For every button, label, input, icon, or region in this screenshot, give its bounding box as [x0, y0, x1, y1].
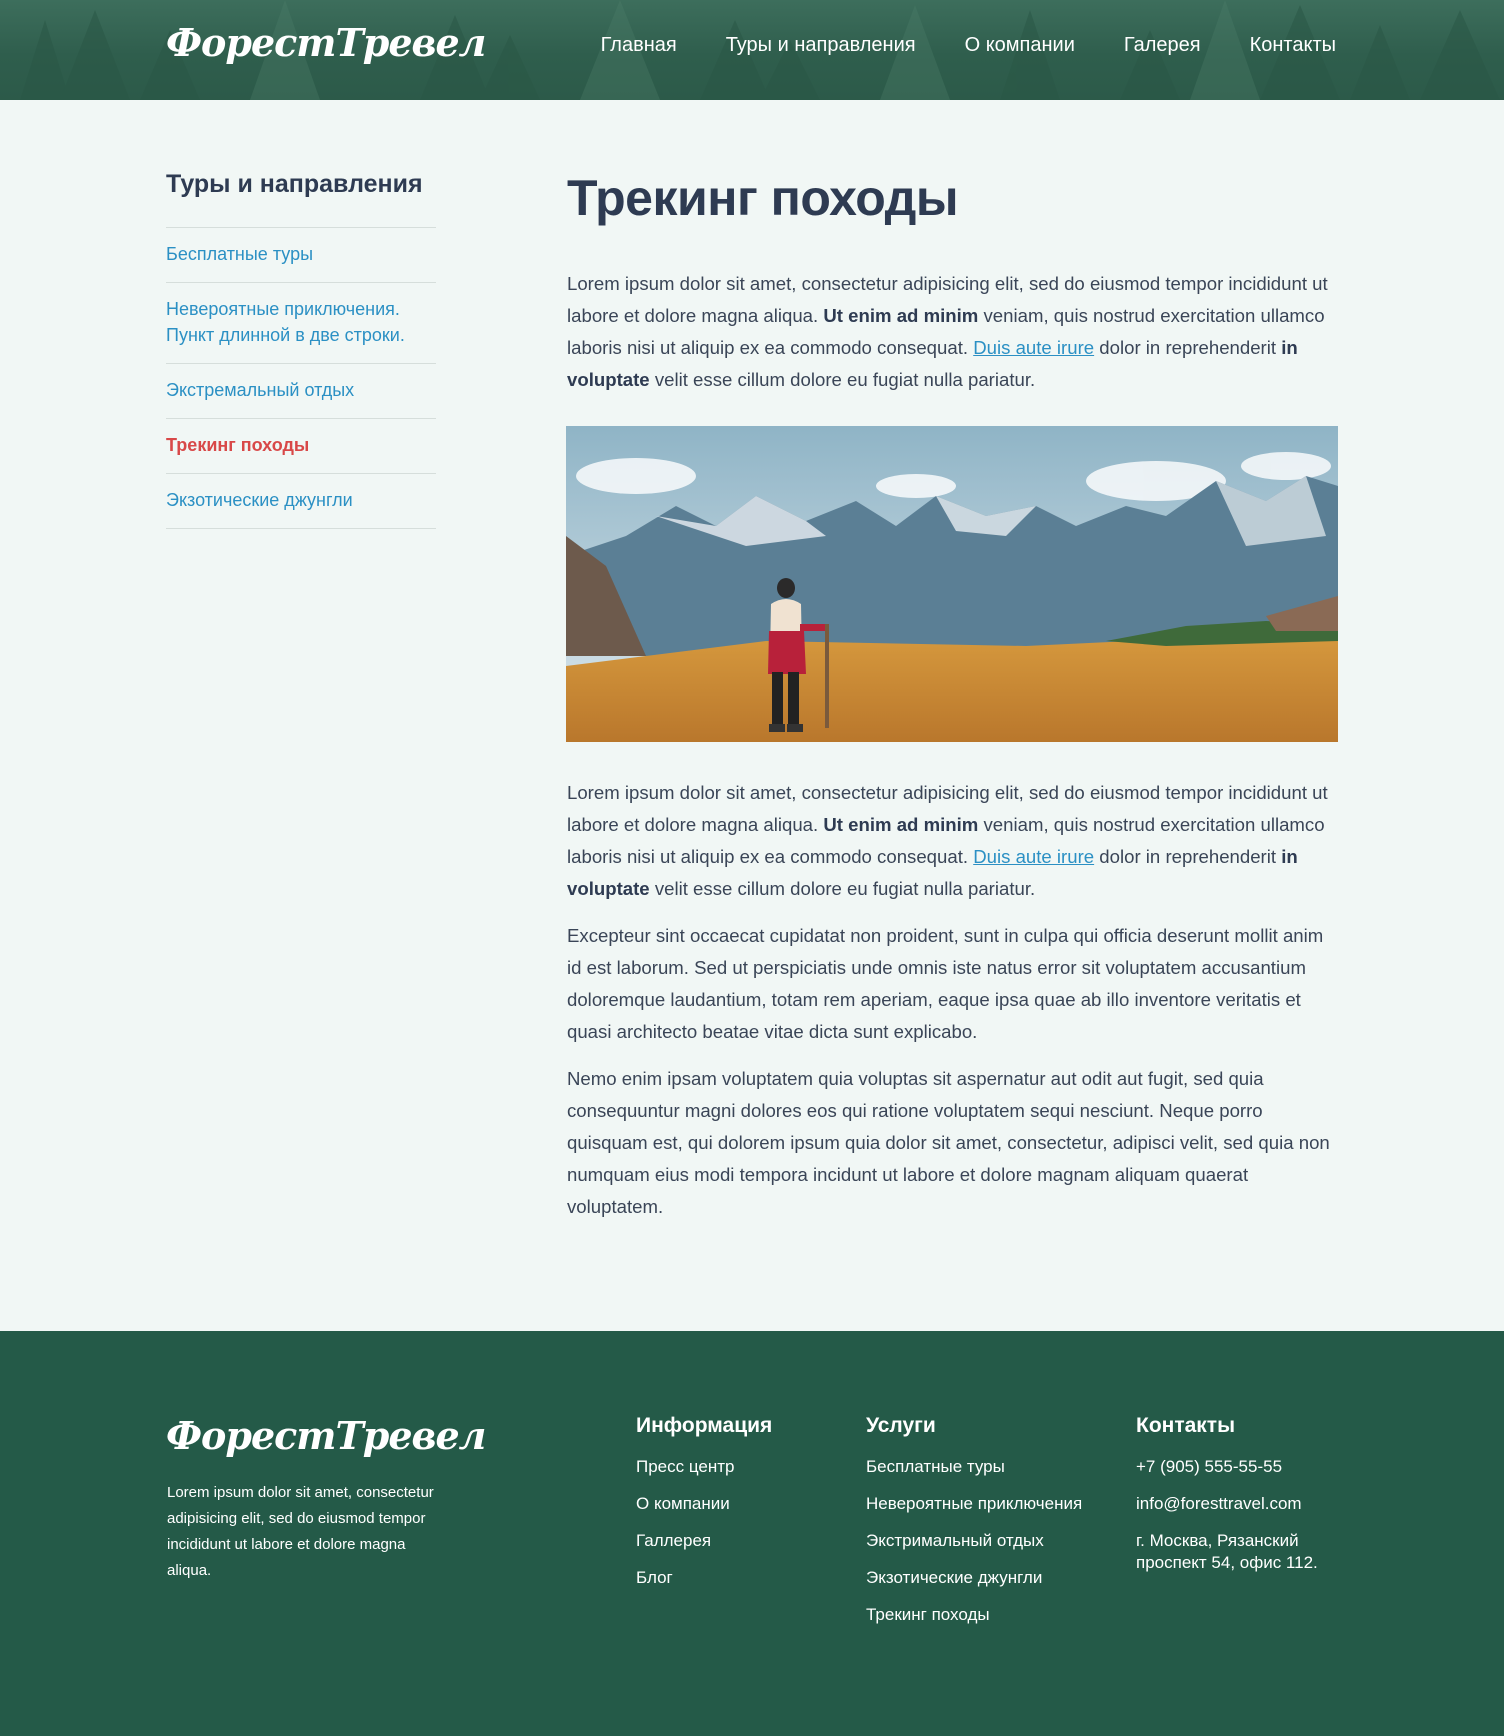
- sidebar-item-extreme[interactable]: Экстремальный отдых: [166, 364, 436, 419]
- footer-link-about[interactable]: О компании: [636, 1493, 772, 1515]
- footer-info-title: Информация: [636, 1414, 773, 1437]
- main-nav: Главная Туры и направления О компании Га…: [601, 34, 1336, 57]
- text: velit esse cillum dolore eu fugiat nulla…: [649, 878, 1036, 899]
- footer-link-free-tours[interactable]: Бесплатные туры: [866, 1456, 1082, 1478]
- main-content: Трекинг походы Lorem ipsum dolor sit ame…: [566, 168, 1339, 1223]
- site-logo[interactable]: ФорестТревел: [166, 20, 486, 65]
- sidebar-item-free-tours[interactable]: Бесплатные туры: [166, 228, 436, 283]
- footer-description: Lorem ipsum dolor sit amet, consectetur …: [167, 1484, 434, 1579]
- footer-logo[interactable]: ФорестТревел: [166, 1413, 486, 1458]
- footer-link-gallery[interactable]: Галлерея: [636, 1530, 772, 1552]
- paragraph-2: Lorem ipsum dolor sit amet, consectetur …: [567, 777, 1339, 905]
- nav-tours[interactable]: Туры и направления: [726, 34, 916, 57]
- hero-image-hiker-mountains: [566, 426, 1338, 742]
- nav-home[interactable]: Главная: [601, 34, 677, 57]
- footer-services-column: Услуги Бесплатные туры Невероятные прикл…: [866, 1414, 1082, 1641]
- footer-link-press[interactable]: Пресс центр: [636, 1456, 772, 1478]
- footer-contacts-column: Контакты +7 (905) 555-55-55 info@forestt…: [1136, 1414, 1336, 1589]
- paragraph-4: Nemo enim ipsam voluptatem quia voluptas…: [567, 1068, 1330, 1217]
- sidebar: Туры и направления Бесплатные туры Невер…: [166, 170, 436, 529]
- text: dolor in reprehenderit: [1094, 337, 1282, 358]
- footer-contacts-title: Контакты: [1136, 1414, 1236, 1437]
- footer-info-column: Информация Пресс центр О компании Галлер…: [636, 1414, 772, 1604]
- footer-address: г. Москва, Рязанский проспект 54, офис 1…: [1136, 1531, 1318, 1572]
- inline-link[interactable]: Duis aute irure: [973, 337, 1094, 358]
- site-header: ФорестТревел Главная Туры и направления …: [0, 0, 1504, 100]
- footer-link-extreme[interactable]: Экстримальный отдых: [866, 1530, 1082, 1552]
- bold-text: Ut enim ad minim: [823, 814, 979, 835]
- footer-link-adventures[interactable]: Невероятные приключения: [866, 1493, 1082, 1515]
- nav-gallery[interactable]: Галерея: [1124, 34, 1201, 57]
- footer-phone[interactable]: +7 (905) 555-55-55: [1136, 1456, 1336, 1478]
- text: dolor in reprehenderit: [1094, 846, 1282, 867]
- sidebar-item-adventures[interactable]: Невероятные приключения. Пункт длинной в…: [166, 283, 436, 364]
- inline-link[interactable]: Duis aute irure: [973, 846, 1094, 867]
- bold-text: Ut enim ad minim: [823, 305, 979, 326]
- sidebar-item-jungle[interactable]: Экзотические джунгли: [166, 474, 436, 529]
- site-footer: ФорестТревел Lorem ipsum dolor sit amet,…: [0, 1331, 1504, 1736]
- footer-link-jungle[interactable]: Экзотические джунгли: [866, 1567, 1082, 1589]
- sidebar-title: Туры и направления: [166, 170, 436, 228]
- footer-link-trekking[interactable]: Трекинг походы: [866, 1604, 1082, 1626]
- text: velit esse cillum dolore eu fugiat nulla…: [649, 369, 1036, 390]
- footer-services-title: Услуги: [866, 1414, 936, 1437]
- page-title: Трекинг походы: [567, 170, 959, 226]
- paragraph-1: Lorem ipsum dolor sit amet, consectetur …: [567, 268, 1339, 396]
- sidebar-item-trekking[interactable]: Трекинг походы: [166, 419, 436, 474]
- nav-about[interactable]: О компании: [965, 34, 1075, 57]
- footer-email[interactable]: info@foresttravel.com: [1136, 1493, 1336, 1515]
- nav-contacts[interactable]: Контакты: [1250, 34, 1336, 57]
- footer-link-blog[interactable]: Блог: [636, 1567, 772, 1589]
- paragraph-3: Excepteur sint occaecat cupidatat non pr…: [567, 925, 1324, 1042]
